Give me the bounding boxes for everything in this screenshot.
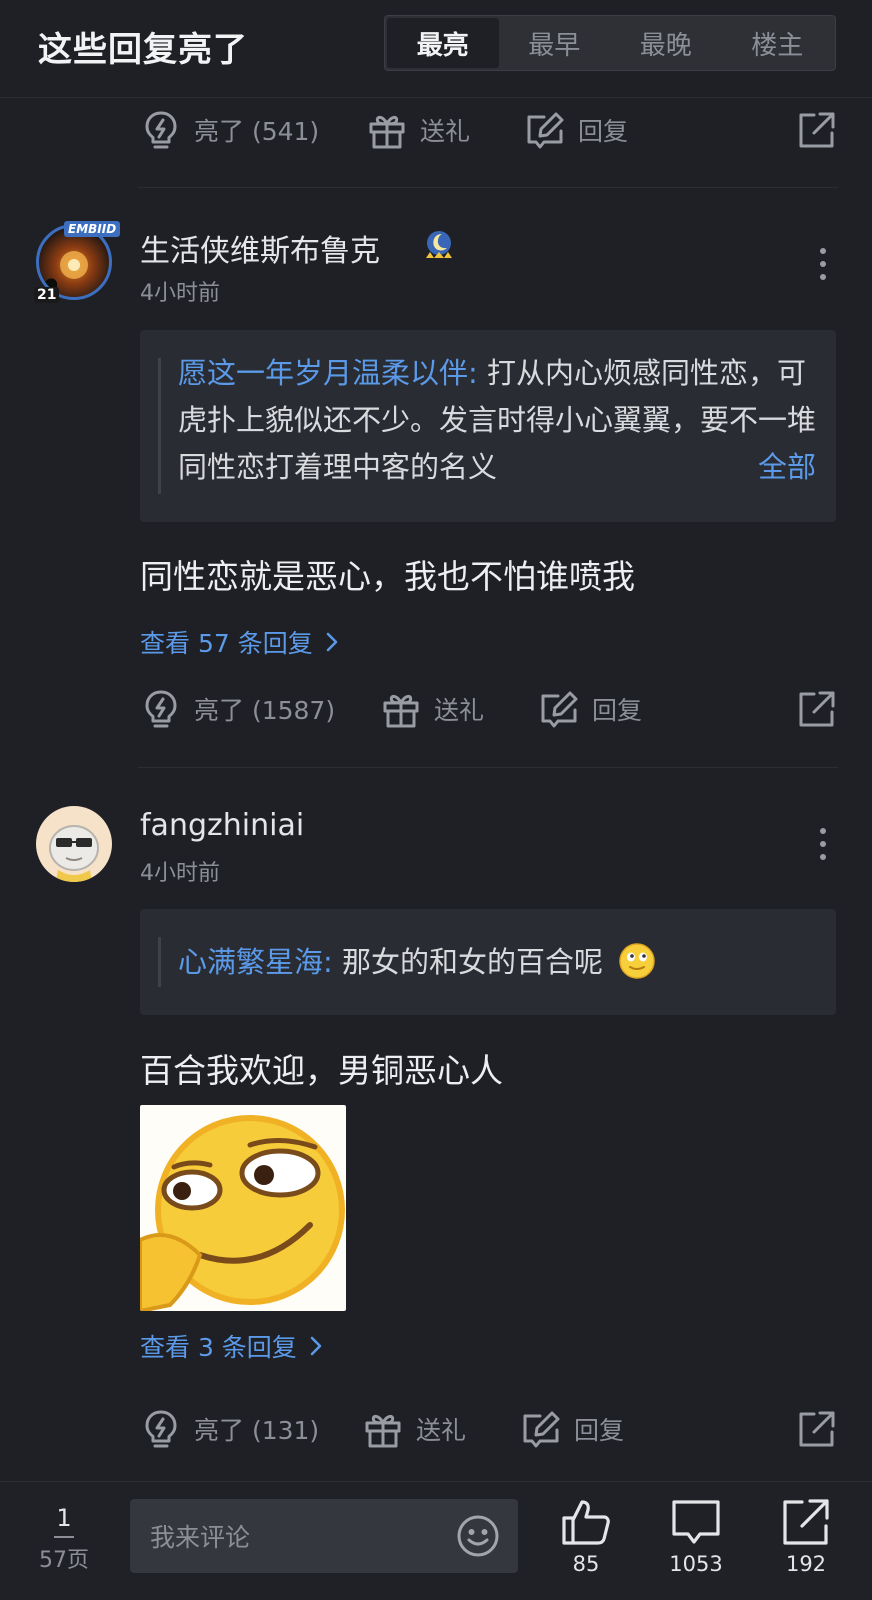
edit-icon — [523, 1411, 560, 1448]
share-count: 192 — [785, 1552, 827, 1576]
smile-emoji-icon — [619, 943, 655, 979]
quoted-comment[interactable]: 心满繁星海: 那女的和女的百合呢 — [140, 909, 836, 1015]
divider — [138, 187, 838, 188]
comment-content: 百合我欢迎，男铜恶心人 — [140, 1051, 503, 1090]
share-button[interactable] — [796, 679, 838, 739]
reply-label: 回复 — [578, 117, 629, 146]
more-vertical-icon — [820, 828, 826, 834]
chevron-right-icon — [310, 1336, 322, 1356]
username[interactable]: 生活侠维斯布鲁克 — [140, 226, 380, 270]
comment-button[interactable]: 1053 — [656, 1496, 736, 1576]
moon-badge-icon — [426, 231, 452, 258]
quote-author[interactable]: 愿这一年岁月温柔以伴: — [178, 356, 478, 390]
emoji-icon[interactable] — [456, 1514, 500, 1558]
light-count: 亮了 (1587) — [194, 696, 336, 725]
quote-author[interactable]: 心满繁星海: — [178, 945, 333, 979]
sort-tabs: 最亮 最早 最晚 楼主 — [384, 15, 836, 71]
bottom-bar: 1 57页 我来评论 85 1053 192 — [0, 1481, 872, 1600]
comment-content: 同性恋就是恶心，我也不怕谁喷我 — [140, 557, 635, 596]
thumb-up-icon — [562, 1500, 610, 1545]
lightbulb-icon — [145, 1410, 177, 1448]
gift-button[interactable]: 送礼 — [366, 100, 470, 160]
post-time: 4小时前 — [140, 281, 220, 306]
share-icon — [799, 1411, 835, 1447]
share-button[interactable] — [796, 100, 838, 160]
tab-op[interactable]: 楼主 — [722, 18, 834, 68]
gift-label: 送礼 — [416, 1416, 467, 1445]
share-button[interactable] — [796, 1399, 838, 1459]
quote-bar — [158, 358, 161, 494]
gift-label: 送礼 — [420, 117, 471, 146]
username[interactable]: fangzhiniai — [140, 808, 304, 843]
comment-count: 1053 — [669, 1552, 723, 1576]
light-button[interactable]: 亮了 (541) — [140, 100, 319, 160]
gift-button[interactable]: 送礼 — [362, 1399, 466, 1459]
tab-brightest[interactable]: 最亮 — [387, 18, 499, 68]
share-icon — [783, 1499, 829, 1545]
page-title: 这些回复亮了 — [38, 30, 248, 70]
expand-quote-link[interactable]: 全部 — [701, 444, 816, 491]
divider — [138, 767, 838, 768]
action-row: 亮了 (131) 送礼 回复 — [0, 1399, 872, 1459]
edit-icon — [541, 691, 578, 728]
reply-button[interactable]: 回复 — [520, 1399, 624, 1459]
avatar-badge: EMBIID — [64, 221, 121, 237]
avatar-number: 21 — [34, 287, 60, 303]
edit-icon — [527, 112, 564, 149]
like-button[interactable]: 85 — [546, 1496, 626, 1576]
share-icon — [799, 112, 835, 148]
page-indicator[interactable]: 1 57页 — [38, 1504, 90, 1574]
smirk-emoji-sticker — [140, 1115, 345, 1311]
lightbulb-icon — [145, 690, 177, 728]
light-button[interactable]: 亮了 (1587) — [140, 679, 335, 739]
more-menu[interactable] — [818, 248, 828, 280]
page-current: 1 — [56, 1504, 72, 1532]
quote-bar — [158, 937, 161, 987]
quote-text: 心满繁星海: 那女的和女的百合呢 — [178, 939, 816, 986]
view-replies-link[interactable]: 查看 57 条回复 — [140, 624, 341, 660]
light-count: 亮了 (131) — [194, 1416, 320, 1445]
comment-placeholder: 我来评论 — [150, 1523, 251, 1552]
share-button[interactable]: 192 — [766, 1496, 846, 1576]
light-button[interactable]: 亮了 (131) — [140, 1399, 319, 1459]
avatar[interactable] — [36, 806, 112, 882]
reply-label: 回复 — [592, 696, 643, 725]
gift-label: 送礼 — [434, 696, 485, 725]
action-row: 亮了 (541) 送礼 回复 — [0, 100, 872, 160]
reply-label: 回复 — [574, 1416, 625, 1445]
reply-button[interactable]: 回复 — [538, 679, 642, 739]
lightbulb-icon — [145, 111, 177, 149]
page-total: 57页 — [39, 1548, 89, 1573]
more-menu[interactable] — [818, 828, 828, 860]
post-time: 4小时前 — [140, 861, 220, 886]
gift-icon — [369, 115, 405, 149]
avatar-image — [49, 825, 99, 882]
gift-button[interactable]: 送礼 — [380, 679, 484, 739]
gift-icon — [383, 694, 419, 728]
tab-latest[interactable]: 最晚 — [610, 18, 722, 68]
light-count: 亮了 (541) — [194, 117, 320, 146]
view-replies-link[interactable]: 查看 3 条回复 — [140, 1328, 325, 1364]
chevron-right-icon — [326, 632, 337, 652]
sticker-image[interactable] — [140, 1105, 346, 1311]
more-vertical-icon — [820, 248, 826, 254]
action-row: 亮了 (1587) 送礼 回复 — [0, 679, 872, 739]
quoted-comment[interactable]: 愿这一年岁月温柔以伴: 打从内心烦感同性恋，可虎扑上貌似还不少。发言时得小心翼翼… — [140, 330, 836, 522]
header: 这些回复亮了 最亮 最早 最晚 楼主 — [0, 0, 872, 98]
reply-button[interactable]: 回复 — [524, 100, 628, 160]
like-count: 85 — [572, 1552, 600, 1576]
quote-body: 那女的和女的百合呢 — [332, 945, 603, 979]
gift-icon — [365, 1414, 401, 1448]
comment-input[interactable]: 我来评论 — [130, 1499, 518, 1573]
page-divider — [54, 1536, 74, 1538]
share-icon — [799, 691, 835, 727]
comment-bubble-icon — [672, 1500, 720, 1544]
tab-earliest[interactable]: 最早 — [499, 18, 611, 68]
